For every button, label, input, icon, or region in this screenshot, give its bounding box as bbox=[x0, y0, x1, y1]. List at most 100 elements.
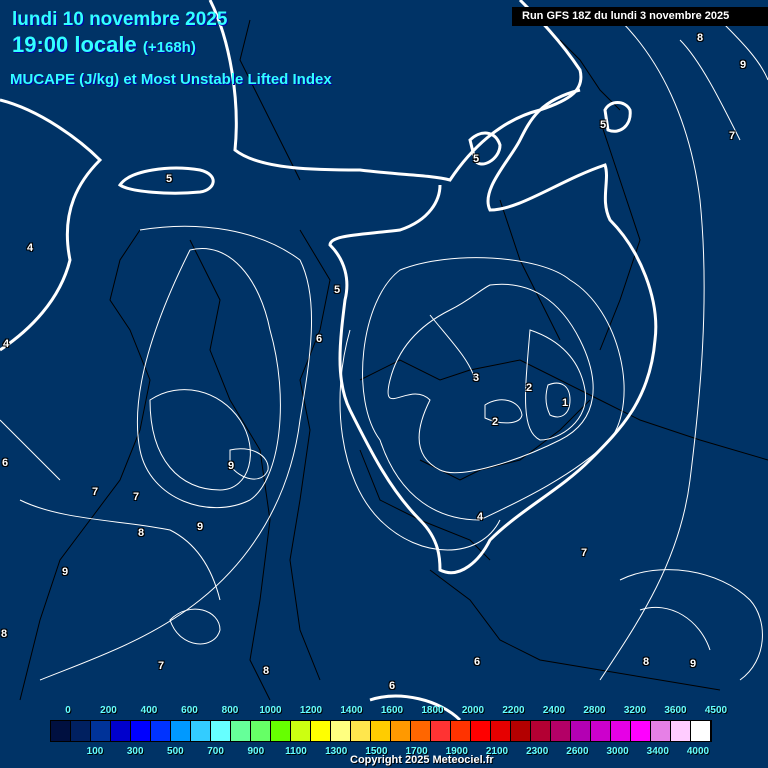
contour-label: 4 bbox=[477, 511, 484, 523]
legend-swatch bbox=[631, 721, 651, 741]
legend-swatch bbox=[231, 721, 251, 741]
map-canvas bbox=[0, 0, 768, 722]
contour-label: 8 bbox=[697, 32, 704, 44]
contour-label: 8 bbox=[263, 665, 270, 677]
copyright: Copyright 2025 Meteociel.fr bbox=[350, 754, 494, 766]
contour-label: 9 bbox=[197, 521, 204, 533]
run-info: Run GFS 18Z du lundi 3 novembre 2025 bbox=[512, 7, 768, 26]
contour-label: 6 bbox=[389, 680, 396, 692]
legend-bottom-label: 3400 bbox=[646, 746, 669, 757]
legend-top-label: 3600 bbox=[664, 705, 687, 716]
legend-top-label: 1600 bbox=[380, 705, 404, 716]
contour-label: 4 bbox=[27, 242, 34, 254]
legend-top-label: 2000 bbox=[461, 705, 485, 716]
legend-swatch bbox=[651, 721, 671, 741]
legend-top-label: 1000 bbox=[259, 705, 282, 716]
legend-swatch bbox=[471, 721, 491, 741]
contour-label: 7 bbox=[729, 130, 736, 142]
legend-swatch bbox=[151, 721, 171, 741]
legend-bottom-label: 1100 bbox=[285, 746, 307, 757]
contour-label: 7 bbox=[158, 660, 165, 672]
legend-swatch bbox=[591, 721, 611, 741]
legend-swatch bbox=[511, 721, 531, 741]
legend-swatch bbox=[311, 721, 331, 741]
legend-swatch bbox=[571, 721, 591, 741]
coastlines-borders bbox=[19, 19, 768, 701]
legend-swatch bbox=[551, 721, 571, 741]
legend-bottom-label: 300 bbox=[126, 746, 144, 757]
legend-top-label: 600 bbox=[181, 705, 198, 716]
legend-top-label: 200 bbox=[100, 705, 117, 716]
contour-label: 6 bbox=[474, 656, 481, 668]
legend-swatch bbox=[291, 721, 311, 741]
legend-bottom-label: 2300 bbox=[526, 746, 549, 757]
legend-top-label: 4500 bbox=[704, 705, 728, 716]
mucape-color-legend bbox=[50, 720, 712, 742]
contour-label: 2 bbox=[526, 382, 533, 394]
legend-bottom-label: 100 bbox=[86, 746, 104, 757]
parameter-title: MUCAPE (J/kg) et Most Unstable Lifted In… bbox=[10, 71, 332, 88]
legend-top-label: 0 bbox=[65, 705, 71, 716]
legend-top-label: 2800 bbox=[583, 705, 606, 716]
legend-bottom-label: 4000 bbox=[686, 746, 710, 757]
legend-bottom-label: 2600 bbox=[566, 746, 589, 757]
legend-swatch bbox=[171, 721, 191, 741]
legend-swatch bbox=[111, 721, 131, 741]
legend-swatch bbox=[191, 721, 211, 741]
legend-swatch bbox=[51, 721, 71, 741]
legend-bottom-label: 3000 bbox=[606, 746, 629, 757]
contour-label: 7 bbox=[133, 491, 140, 503]
contour-label: 7 bbox=[92, 486, 99, 498]
legend-swatch bbox=[371, 721, 391, 741]
contour-label: 9 bbox=[740, 59, 747, 71]
contour-label: 7 bbox=[581, 547, 588, 559]
contour-label: 5 bbox=[473, 153, 480, 165]
contour-label: 6 bbox=[316, 333, 323, 345]
legend-bottom-label: 1300 bbox=[325, 746, 348, 757]
legend-bottom-label: 900 bbox=[247, 746, 265, 757]
legend-top-label: 2400 bbox=[542, 705, 566, 716]
legend-swatch bbox=[691, 721, 711, 741]
contour-label: 5 bbox=[600, 119, 607, 131]
contour-label: 9 bbox=[62, 566, 69, 578]
contour-label: 4 bbox=[3, 338, 10, 350]
contour-label: 9 bbox=[690, 658, 697, 670]
legend-swatch bbox=[391, 721, 411, 741]
forecast-date: lundi 10 novembre 2025 bbox=[12, 9, 228, 30]
legend-top-label: 1400 bbox=[340, 705, 363, 716]
legend-swatch bbox=[251, 721, 271, 741]
lead-time: (+168h) bbox=[142, 39, 196, 56]
legend-swatch bbox=[71, 721, 91, 741]
legend-top-label: 400 bbox=[140, 705, 158, 716]
legend-top-label: 3200 bbox=[623, 705, 647, 716]
contour-label: 8 bbox=[643, 656, 650, 668]
legend-bottom-label: 500 bbox=[167, 746, 184, 757]
legend-swatch bbox=[671, 721, 691, 741]
contour-label: 8 bbox=[138, 527, 145, 539]
contour-label: 2 bbox=[492, 416, 499, 428]
contour-label: 5 bbox=[334, 284, 341, 296]
legend-swatch bbox=[451, 721, 471, 741]
forecast-time: 19:00 locale (+168h) bbox=[12, 32, 196, 58]
legend-swatch bbox=[531, 721, 551, 741]
legend-top-label: 800 bbox=[221, 705, 239, 716]
contour-label: 6 bbox=[2, 457, 9, 469]
lifted-index-5-contour bbox=[0, 0, 658, 722]
legend-swatch bbox=[411, 721, 431, 741]
contour-label: 3 bbox=[473, 372, 480, 384]
legend-swatch bbox=[211, 721, 231, 741]
legend-top-label: 1800 bbox=[421, 705, 444, 716]
contour-label: 5 bbox=[166, 173, 173, 185]
legend-swatch bbox=[131, 721, 151, 741]
legend-swatch bbox=[431, 721, 451, 741]
contour-label: 8 bbox=[1, 628, 8, 640]
legend-swatch bbox=[91, 721, 111, 741]
legend-swatch bbox=[271, 721, 291, 741]
legend-swatch bbox=[351, 721, 371, 741]
legend-swatch bbox=[331, 721, 351, 741]
legend-top-label: 1200 bbox=[299, 705, 323, 716]
legend-bottom-label: 700 bbox=[207, 746, 224, 757]
legend-swatch bbox=[491, 721, 511, 741]
legend-swatch bbox=[611, 721, 631, 741]
contour-label: 1 bbox=[562, 397, 569, 409]
